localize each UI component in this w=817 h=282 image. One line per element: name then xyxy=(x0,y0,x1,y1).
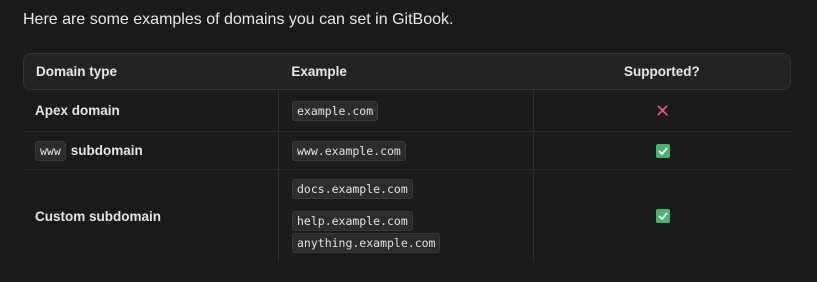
domain-type-cell: Apex domain xyxy=(23,90,278,131)
intro-text: Here are some examples of domains you ca… xyxy=(23,11,454,28)
header-domain-type: Domain type xyxy=(36,64,118,79)
example-code: anything.example.com xyxy=(292,233,441,253)
supported-cell xyxy=(534,132,791,169)
domain-type-label: subdomain xyxy=(70,143,143,158)
checkbox-icon xyxy=(655,143,670,158)
example-cell: example.com xyxy=(278,90,534,131)
example-code: www.example.com xyxy=(292,140,406,161)
example-code: example.com xyxy=(292,100,379,121)
table-header: Domain type Example Supported? xyxy=(23,53,791,90)
example-cell: www.example.com xyxy=(278,132,534,169)
example-code: docs.example.com xyxy=(292,179,413,199)
domain-type-cell: www subdomain xyxy=(23,132,278,169)
header-example: Example xyxy=(291,64,347,79)
example-cell: docs.example.com help.example.com anythi… xyxy=(278,170,534,262)
domains-table: Domain type Example Supported? Apex doma… xyxy=(23,53,791,262)
checkbox-icon xyxy=(655,209,670,223)
table-row: www subdomain www.example.com xyxy=(23,132,791,170)
table-row: Apex domain example.com ✕ xyxy=(23,90,791,132)
cross-icon: ✕ xyxy=(654,100,671,121)
header-supported: Supported? xyxy=(623,64,700,79)
domain-type-cell: Custom subdomain xyxy=(23,170,278,262)
supported-cell: ✕ xyxy=(534,90,791,131)
domain-type-label: Custom subdomain xyxy=(35,208,162,224)
supported-cell xyxy=(534,170,791,262)
table-row: Custom subdomain docs.example.com help.e… xyxy=(23,170,791,262)
domain-type-code: www xyxy=(35,140,66,161)
domain-type-label: Apex domain xyxy=(35,103,120,118)
example-code: help.example.com xyxy=(292,211,413,231)
